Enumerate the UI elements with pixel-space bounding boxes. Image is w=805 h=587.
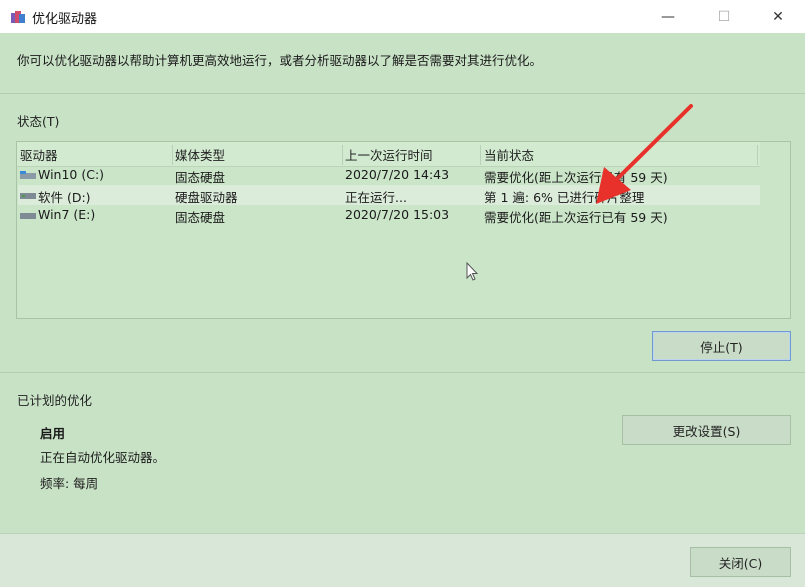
close-window-button[interactable]: ✕ bbox=[755, 0, 801, 33]
title-bar: 优化驱动器 — ☐ ✕ bbox=[0, 0, 805, 33]
drive-status: 需要优化(距上次运行已有 59 天) bbox=[484, 210, 668, 225]
column-header-media-type[interactable]: 媒体类型 bbox=[175, 145, 343, 165]
ssd-drive-icon bbox=[20, 213, 36, 219]
divider bbox=[0, 372, 805, 373]
minimize-button[interactable]: — bbox=[645, 0, 691, 33]
drive-name: 软件 (D:) bbox=[38, 190, 91, 205]
scheduled-section-label: 已计划的优化 bbox=[17, 393, 93, 408]
drive-last-run: 正在运行... bbox=[345, 190, 407, 205]
maximize-icon: ☐ bbox=[717, 8, 731, 25]
drive-name: Win7 (E:) bbox=[38, 207, 96, 222]
drive-last-run: 2020/7/20 15:03 bbox=[345, 207, 450, 222]
drive-row-e[interactable]: Win7 (E:) 固态硬盘 2020/7/20 15:03 需要优化(距上次运… bbox=[18, 205, 760, 225]
drive-media-type: 硬盘驱动器 bbox=[175, 190, 238, 205]
footer-bar: 关闭(C) bbox=[0, 533, 805, 587]
drive-row-c[interactable]: Win10 (C:) 固态硬盘 2020/7/20 14:43 需要优化(距上次… bbox=[18, 165, 760, 185]
change-settings-button[interactable]: 更改设置(S) bbox=[622, 415, 791, 445]
main-content: 你可以优化驱动器以帮助计算机更高效地运行，或者分析驱动器以了解是否需要对其进行优… bbox=[0, 33, 805, 533]
drive-name: Win10 (C:) bbox=[38, 167, 105, 182]
schedule-frequency: 频率: 每周 bbox=[40, 476, 99, 491]
column-header-last-run[interactable]: 上一次运行时间 bbox=[345, 145, 481, 165]
ssd-drive-icon bbox=[20, 171, 36, 179]
defrag-app-icon bbox=[11, 11, 25, 23]
schedule-state: 启用 bbox=[40, 426, 66, 441]
minimize-icon: — bbox=[661, 8, 675, 25]
drive-status: 需要优化(距上次运行已有 59 天) bbox=[484, 170, 668, 185]
column-header-current-status[interactable]: 当前状态 bbox=[484, 145, 758, 165]
drive-media-type: 固态硬盘 bbox=[175, 170, 226, 185]
drive-list[interactable]: 驱动器 媒体类型 上一次运行时间 当前状态 Win10 (C:) 固态硬盘 20… bbox=[16, 141, 791, 319]
window-title: 优化驱动器 bbox=[32, 12, 98, 27]
stop-button[interactable]: 停止(T) bbox=[652, 331, 791, 361]
drive-media-type: 固态硬盘 bbox=[175, 210, 226, 225]
hdd-drive-icon bbox=[20, 193, 36, 199]
status-section-label: 状态(T) bbox=[17, 114, 60, 129]
schedule-detail: 正在自动优化驱动器。 bbox=[40, 450, 166, 465]
divider bbox=[0, 93, 805, 94]
close-icon: ✕ bbox=[772, 8, 784, 25]
drive-row-d[interactable]: 软件 (D:) 硬盘驱动器 正在运行... 第 1 遍: 6% 已进行碎片整理 bbox=[18, 185, 760, 205]
drive-last-run: 2020/7/20 14:43 bbox=[345, 167, 450, 182]
list-header: 驱动器 媒体类型 上一次运行时间 当前状态 bbox=[17, 142, 760, 167]
maximize-button[interactable]: ☐ bbox=[701, 0, 747, 33]
column-header-drive[interactable]: 驱动器 bbox=[20, 145, 173, 165]
description-text: 你可以优化驱动器以帮助计算机更高效地运行，或者分析驱动器以了解是否需要对其进行优… bbox=[17, 53, 543, 68]
mouse-pointer-icon bbox=[466, 262, 479, 281]
drive-status: 第 1 遍: 6% 已进行碎片整理 bbox=[484, 190, 645, 205]
close-button[interactable]: 关闭(C) bbox=[690, 547, 791, 577]
